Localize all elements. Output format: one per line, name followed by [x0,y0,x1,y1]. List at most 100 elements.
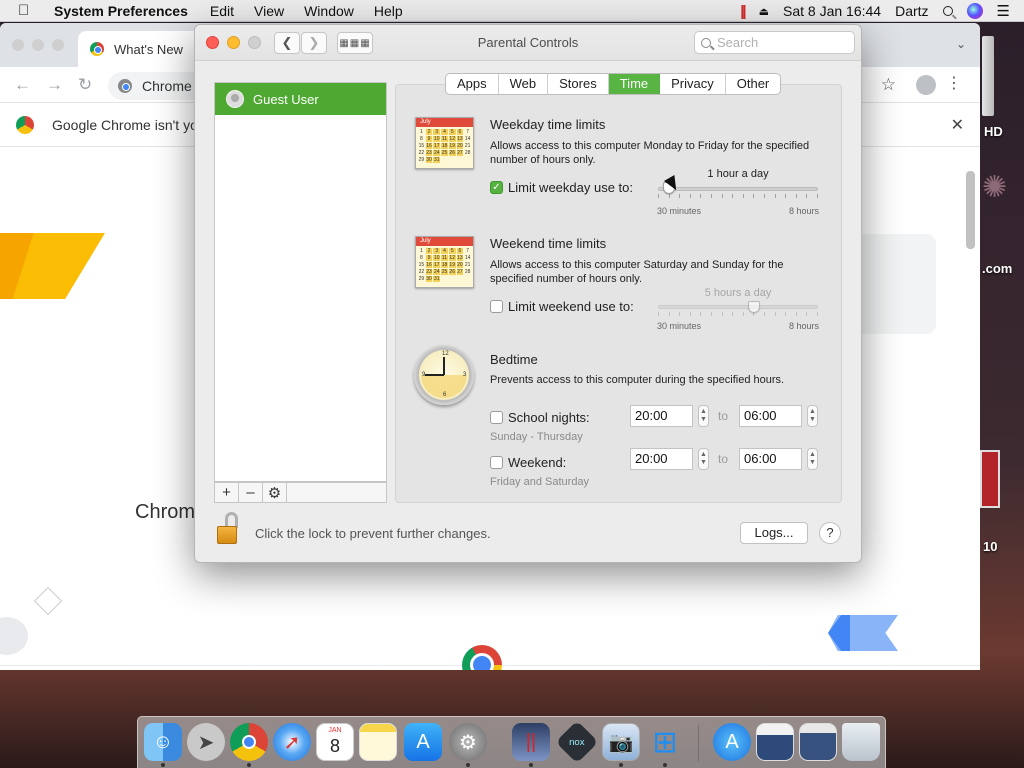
bookmark-star-icon[interactable]: ☆ [881,75,896,95]
chrome-minimize-button[interactable] [32,39,44,51]
calendar-day-cell: 10 [433,136,441,142]
calendar-grid: 1 2 3 4 5 6 7 8 9 10 11 12 13 14 15 16 17 18 19 20 21 22 23 24 2… [416,246,473,282]
profile-avatar-icon[interactable] [916,75,936,95]
stepper-down-icon[interactable]: ▼ [700,459,707,467]
weekday-limit-label[interactable]: Limit weekday use to: [508,180,633,195]
spotlight-search-icon[interactable] [942,3,953,19]
stepper-down-icon[interactable]: ▼ [700,416,707,424]
system-preferences-icon[interactable]: ⚙ [449,723,487,761]
stepper-up-icon[interactable]: ▲ [809,408,816,416]
desktop-label-10[interactable]: 10 [983,539,997,554]
apple-menu-icon[interactable]:  [18,2,38,19]
chrome-back-icon[interactable]: ← [14,75,32,95]
notification-center-icon[interactable]: ☰ [997,2,1010,20]
calendar-day-cell: 12 [448,255,456,261]
bedtime-weekend-label[interactable]: Weekend: [508,455,566,470]
weekend-limit-checkbox[interactable] [490,300,503,313]
menu-view[interactable]: View [254,3,284,19]
school-nights-end-field[interactable]: 06:00 [739,405,802,427]
calendar-day-cell [464,157,471,163]
school-nights-start-field[interactable]: 20:00 [630,405,693,427]
chrome-infobar-close-icon[interactable]: ✕ [951,115,964,135]
safari-icon[interactable]: ➚ [273,723,311,761]
preview-icon[interactable]: 📷 [602,723,640,761]
finder-icon[interactable]: ☺ [144,723,182,761]
school-nights-label[interactable]: School nights: [508,410,590,425]
add-user-button[interactable]: + [215,483,239,502]
menubar-user[interactable]: Dartz [895,3,928,19]
siri-icon[interactable] [966,3,983,19]
tab-privacy[interactable]: Privacy [660,74,726,94]
school-nights-end-stepper[interactable]: ▲ ▼ [807,405,818,427]
launchpad-icon[interactable]: ➤ [187,723,225,761]
school-nights-checkbox[interactable] [490,411,503,424]
bedtime-weekend-checkbox[interactable] [490,456,503,469]
chrome-close-button[interactable] [12,39,24,51]
stepper-down-icon[interactable]: ▼ [809,416,816,424]
chrome-omnibox-text: Chrome [142,78,192,94]
weekday-slider[interactable] [658,187,818,191]
menubar-clock[interactable]: Sat 8 Jan 16:44 [783,3,881,19]
menu-app-name[interactable]: System Preferences [54,3,188,19]
bedtime-weekend-start-field[interactable]: 20:00 [630,448,693,470]
nox-icon[interactable]: nox [555,720,599,764]
weekend-slider-knob[interactable] [748,301,760,313]
trash-icon[interactable] [842,723,880,761]
chrome-menu-icon[interactable]: ⋮ [946,73,962,93]
calendar-icon[interactable]: JAN 8 [316,723,354,761]
tab-time[interactable]: Time [608,74,661,94]
tab-apps[interactable]: Apps [446,74,499,94]
desktop-app-icon[interactable]: ✺ [982,170,1007,205]
chrome-zoom-button[interactable] [52,39,64,51]
app-store-icon[interactable]: A [404,723,442,761]
bedtime-weekend-end-stepper[interactable]: ▲ ▼ [807,448,818,470]
stepper-up-icon[interactable]: ▲ [700,408,707,416]
tab-web[interactable]: Web [499,74,549,94]
calendar-day-cell: 18 [441,262,448,268]
chrome-scrollbar[interactable] [966,171,975,249]
desktop-parallels-icon[interactable] [980,450,1000,508]
calendar-day-cell [464,276,471,282]
chrome-reload-icon[interactable]: ↻ [78,75,96,95]
search-field[interactable] [694,31,855,54]
user-actions-button[interactable]: ⚙ [263,483,287,502]
hard-drive-icon[interactable] [982,36,994,116]
weekday-limit-row: ✓ Limit weekday use to: [490,180,633,195]
app-store-downloads-icon[interactable]: A [713,723,751,761]
weekend-slider[interactable] [658,305,818,309]
eject-icon[interactable]: ⏏ [759,5,769,18]
desktop-label-hd[interactable]: HD [984,124,1003,139]
search-input[interactable] [717,35,837,50]
photo-stack-icon[interactable] [756,723,794,761]
windows-icon[interactable]: ⊞ [646,723,684,761]
menu-window[interactable]: Window [304,3,354,19]
notes-icon[interactable] [359,723,397,761]
stepper-up-icon[interactable]: ▲ [700,451,707,459]
stepper-down-icon[interactable]: ▼ [809,459,816,467]
screenshot-icon[interactable] [799,723,837,761]
chrome-tab-search-icon[interactable]: ⌄ [956,37,966,51]
weekend-limit-label[interactable]: Limit weekend use to: [508,299,634,314]
logs-button[interactable]: Logs... [740,522,808,544]
parallels-status-icon[interactable]: || [740,3,747,20]
desktop-label-com[interactable]: .com [982,261,1012,276]
tab-other[interactable]: Other [726,74,781,94]
help-button[interactable]: ? [819,522,841,544]
parallels-icon[interactable]: || [512,723,550,761]
bedtime-weekend-end-field[interactable]: 06:00 [739,448,802,470]
chrome-forward-icon[interactable]: → [46,75,64,95]
menu-edit[interactable]: Edit [210,3,234,19]
weekday-limit-checkbox[interactable]: ✓ [490,181,503,194]
lock-icon[interactable] [215,512,239,546]
school-nights-start-stepper[interactable]: ▲ ▼ [698,405,709,427]
chrome-icon[interactable] [230,723,268,761]
stepper-up-icon[interactable]: ▲ [809,451,816,459]
slider-tick [700,194,702,198]
remove-user-button[interactable]: – [239,483,263,502]
tab-stores[interactable]: Stores [548,74,609,94]
user-list-item-guest[interactable]: Guest User [215,83,386,115]
user-list[interactable]: Guest User [214,82,387,482]
calendar-day-cell: 8 [419,136,423,142]
bedtime-weekend-start-stepper[interactable]: ▲ ▼ [698,448,709,470]
menu-help[interactable]: Help [374,3,403,19]
